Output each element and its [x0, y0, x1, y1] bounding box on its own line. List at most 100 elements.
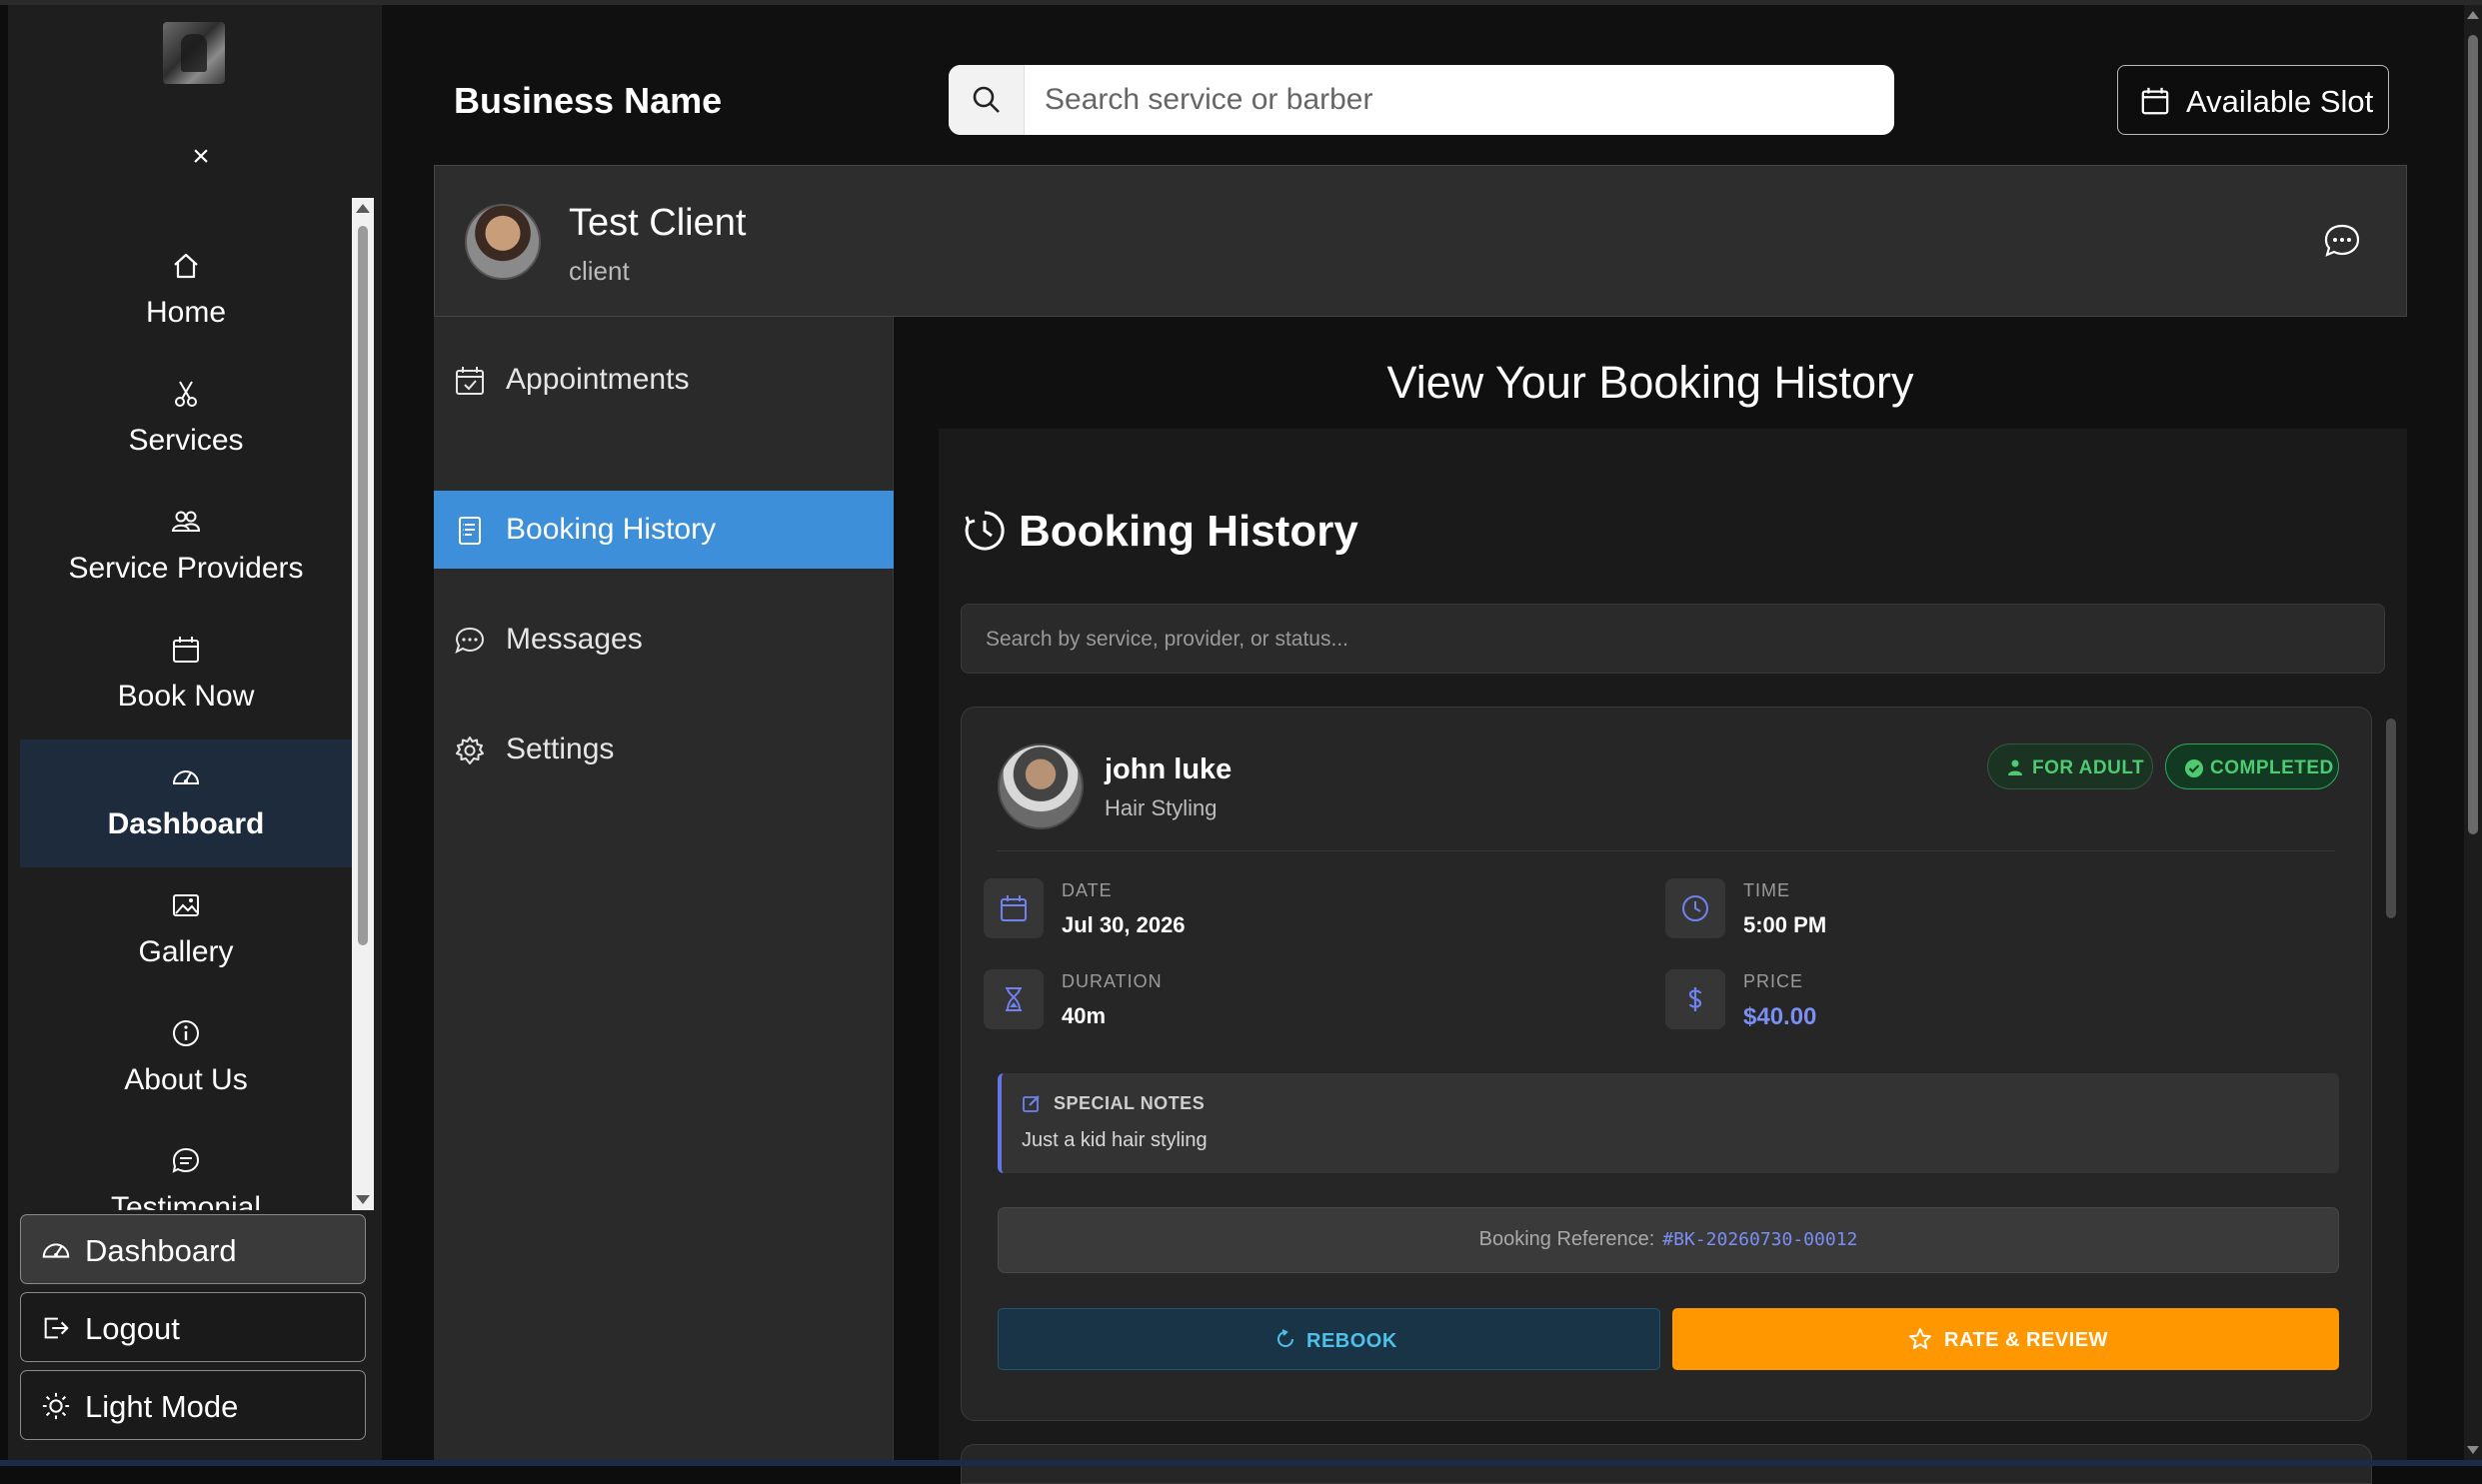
brand-logo[interactable] — [163, 22, 225, 84]
tab-label: Settings — [506, 733, 615, 765]
sidebar-item-label: Services — [128, 424, 244, 457]
duration-field: DURATION 40m — [984, 961, 1583, 1041]
check-circle-icon — [2185, 759, 2203, 777]
history-search — [961, 604, 2385, 674]
scroll-up-arrow[interactable] — [356, 204, 370, 213]
tab-messages[interactable]: Messages — [434, 601, 894, 679]
status-badge: COMPLETED — [2165, 743, 2339, 789]
calendar-icon — [2141, 87, 2169, 115]
tab-settings[interactable]: Settings — [434, 711, 894, 788]
tab-appointments[interactable]: Appointments — [434, 341, 894, 419]
receipt-icon — [459, 517, 481, 545]
sidebar-item-label: Book Now — [117, 680, 255, 713]
sidebar-scrollbar[interactable] — [352, 198, 374, 1210]
sidebar-item-about-us[interactable]: About Us — [20, 995, 352, 1123]
duration-value: 40m — [1062, 1003, 1107, 1028]
sidebar-item-dashboard[interactable]: Dashboard — [20, 740, 352, 867]
person-icon — [2008, 759, 2022, 775]
sidebar-item-label: Service Providers — [68, 552, 304, 585]
sidebar-item-label: Testimonial — [110, 1191, 262, 1210]
sidebar-item-gallery[interactable]: Gallery — [20, 867, 352, 995]
main-area: Business Name Available Slot Test Client… — [382, 5, 2464, 1484]
business-name: Business Name — [454, 80, 723, 121]
sidebar-item-services[interactable]: Services — [20, 356, 352, 484]
home-icon — [174, 253, 198, 279]
calendar-check-icon — [456, 367, 484, 395]
image-icon — [173, 894, 199, 916]
speedometer-icon — [172, 770, 200, 784]
avatar[interactable] — [998, 743, 1084, 829]
calendar-icon — [173, 637, 199, 663]
close-sidebar-button[interactable]: × — [183, 139, 219, 175]
scrollbar-thumb[interactable] — [2468, 35, 2478, 834]
tab-label: Appointments — [506, 363, 690, 396]
scroll-down-arrow[interactable] — [2467, 1446, 2479, 1454]
taskbar-edge — [0, 1460, 2482, 1466]
special-notes: SPECIAL NOTES Just a kid hair styling — [998, 1073, 2339, 1173]
page-scrollbar[interactable] — [2464, 5, 2482, 1460]
calendar-icon — [1001, 895, 1027, 921]
scrollbar-thumb[interactable] — [358, 226, 368, 945]
avatar[interactable] — [465, 204, 541, 280]
tab-booking-history[interactable]: Booking History — [434, 491, 894, 569]
scroll-down-arrow[interactable] — [356, 1195, 370, 1204]
date-label: DATE — [1062, 880, 1113, 900]
sidebar: × Home Services Service Providers Book N… — [8, 5, 382, 1460]
audience-badge-label: FOR ADULT — [2032, 757, 2145, 778]
logout-icon — [44, 1317, 69, 1339]
light-mode-button[interactable]: Light Mode — [20, 1370, 366, 1440]
available-slot-button[interactable]: Available Slot — [2117, 65, 2389, 135]
service-search — [949, 65, 1894, 135]
logout-button[interactable]: Logout — [20, 1292, 366, 1362]
sidebar-item-label: Dashboard — [107, 807, 265, 840]
service-name: Hair Styling — [1105, 795, 1218, 820]
clock-icon — [1682, 895, 1708, 921]
tab-label: Booking History — [506, 513, 717, 546]
hourglass-icon — [1006, 987, 1022, 1011]
booking-card: john luke Hair Styling FOR ADULT COMPLET… — [961, 707, 2372, 1421]
time-field: TIME 5:00 PM — [1665, 870, 2265, 950]
sidebar-item-testimonial[interactable]: Testimonial — [20, 1123, 352, 1210]
search-input[interactable] — [1045, 79, 1864, 121]
rate-review-button[interactable]: RATE & REVIEW — [1672, 1308, 2339, 1370]
sidebar-item-label: Gallery — [138, 935, 234, 968]
scroll-up-arrow[interactable] — [2467, 11, 2479, 19]
page-title: View Your Booking History — [1386, 357, 1914, 408]
rebook-button[interactable]: REBOOK — [998, 1308, 1660, 1370]
sidebar-item-label: Home — [145, 296, 227, 329]
gear-icon — [456, 737, 484, 764]
duration-label: DURATION — [1062, 971, 1163, 991]
price-value: $40.00 — [1743, 1003, 1817, 1030]
info-icon — [173, 1020, 199, 1046]
clock-history-icon — [965, 511, 1005, 551]
booking-history-panel: Booking History john luke Hair Styling F… — [939, 429, 2407, 1484]
dashboard-button[interactable]: Dashboard — [20, 1214, 366, 1284]
light-mode-button-label: Light Mode — [85, 1389, 239, 1424]
scissors-icon — [175, 381, 197, 407]
special-notes-label: SPECIAL NOTES — [1054, 1093, 1206, 1113]
time-value: 5:00 PM — [1743, 912, 1827, 937]
dashboard-button-label: Dashboard — [85, 1233, 237, 1268]
chat-dots-icon[interactable] — [2322, 222, 2362, 262]
refresh-icon — [1277, 1329, 1293, 1347]
tab-label: Messages — [506, 623, 643, 656]
rate-review-button-label: RATE & REVIEW — [1944, 1329, 2108, 1351]
booking-reference-code: #BK-20260730-00012 — [1662, 1229, 1858, 1250]
profile-header: Test Client client — [434, 165, 2407, 317]
sidebar-item-home[interactable]: Home — [20, 228, 352, 356]
booking-reference-label: Booking Reference: — [1478, 1228, 1655, 1250]
sidebar-item-label: About Us — [124, 1063, 248, 1096]
edit-icon — [1023, 1095, 1040, 1112]
status-badge-label: COMPLETED — [2210, 757, 2334, 778]
dollar-icon — [1688, 987, 1702, 1011]
price-label: PRICE — [1743, 971, 1804, 991]
special-notes-text: Just a kid hair styling — [1022, 1129, 1208, 1151]
sidebar-item-service-providers[interactable]: Service Providers — [20, 484, 352, 612]
history-search-input[interactable] — [986, 625, 2365, 655]
booking-list-scrollbar[interactable] — [2386, 719, 2396, 918]
sidebar-nav: Home Services Service Providers Book Now… — [20, 198, 374, 1210]
star-icon — [1909, 1328, 1931, 1349]
sidebar-item-book-now[interactable]: Book Now — [20, 612, 352, 740]
search-button[interactable] — [949, 65, 1025, 135]
section-title-label: Booking History — [1019, 507, 1358, 556]
